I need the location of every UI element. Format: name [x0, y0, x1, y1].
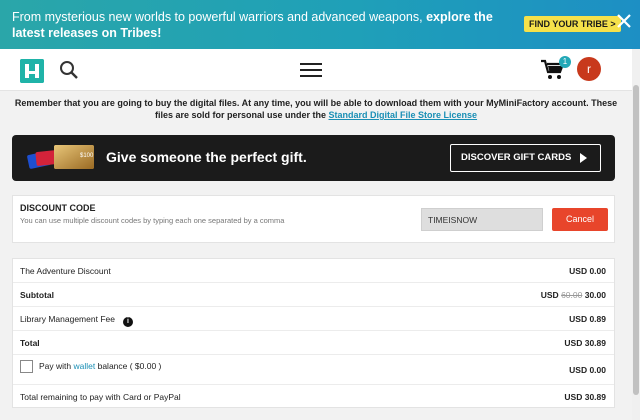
wallet-label-post: balance ( $0.00 ) — [95, 361, 162, 371]
discount-code-input[interactable] — [421, 208, 543, 231]
summary-row-subtotal: Subtotal USD 60.00 30.00 — [13, 283, 614, 307]
license-link[interactable]: Standard Digital File Store License — [329, 110, 478, 120]
search-icon[interactable] — [58, 59, 80, 81]
cart-count-badge: 1 — [559, 56, 571, 68]
summary-value: USD 30.89 — [564, 392, 606, 402]
summary-row-fee: Library Management Fee i USD 0.89 — [13, 307, 614, 331]
wallet-label-pre: Pay with — [39, 361, 74, 371]
avatar[interactable]: r — [577, 57, 601, 81]
gift-card-banner: $100 Give someone the perfect gift. DISC… — [12, 135, 615, 181]
discover-gift-cards-label: DISCOVER GIFT CARDS — [461, 152, 572, 163]
summary-value: USD 0.00 — [569, 365, 606, 375]
cancel-discount-button[interactable]: Cancel — [552, 208, 608, 231]
summary-row-remaining: Total remaining to pay with Card or PayP… — [13, 385, 614, 409]
discover-gift-cards-button[interactable]: DISCOVER GIFT CARDS — [450, 144, 601, 172]
wallet-checkbox[interactable] — [20, 360, 33, 373]
scrollbar-thumb[interactable] — [633, 85, 639, 395]
summary-value: USD 30.89 — [564, 338, 606, 348]
discount-subtitle: You can use multiple discount codes by t… — [20, 216, 285, 225]
summary-label: Total remaining to pay with Card or PayP… — [20, 392, 181, 402]
subtotal-old-price: 60.00 — [561, 290, 583, 300]
discount-code-panel: DISCOUNT CODE You can use multiple disco… — [12, 195, 615, 243]
close-icon[interactable] — [613, 10, 635, 32]
play-arrow-icon — [580, 153, 587, 163]
digital-files-notice: Remember that you are going to buy the d… — [8, 97, 624, 121]
info-icon[interactable]: i — [122, 317, 133, 327]
subtotal-price: 30.00 — [584, 290, 606, 300]
logo-icon[interactable] — [20, 59, 44, 83]
summary-label: Subtotal — [20, 290, 54, 300]
gift-banner-text: Give someone the perfect gift. — [106, 149, 307, 165]
summary-label: Library Management Fee — [20, 314, 115, 324]
summary-label-wrap: Library Management Fee i — [20, 314, 133, 327]
summary-value: USD 0.00 — [569, 266, 606, 276]
hamburger-menu-icon[interactable] — [300, 62, 322, 78]
discount-title: DISCOUNT CODE — [20, 203, 96, 213]
gift-cards-icon: $100 — [27, 145, 94, 169]
wallet-link[interactable]: wallet — [74, 361, 96, 371]
summary-row-discount: The Adventure Discount USD 0.00 — [13, 259, 614, 283]
summary-row-total: Total USD 30.89 — [13, 331, 614, 355]
find-your-tribe-button[interactable]: FIND YOUR TRIBE > — [524, 16, 621, 32]
page-scrollbar[interactable] — [632, 49, 640, 420]
summary-row-wallet: Pay with wallet balance ( $0.00 ) USD 0.… — [13, 355, 614, 385]
site-header: 1 r — [0, 49, 632, 91]
summary-value: USD 0.89 — [569, 314, 606, 324]
gift-card-value: $100 — [80, 153, 94, 159]
summary-label: The Adventure Discount — [20, 266, 111, 276]
subtotal-currency: USD — [540, 290, 559, 300]
summary-value: USD 60.00 30.00 — [541, 290, 606, 300]
notice-text: Remember that you are going to buy the d… — [14, 98, 618, 120]
summary-label: Total — [20, 338, 40, 348]
promo-text: From mysterious new worlds to powerful w… — [12, 9, 512, 41]
order-summary: The Adventure Discount USD 0.00 Subtotal… — [12, 258, 615, 408]
wallet-label: Pay with wallet balance ( $0.00 ) — [39, 361, 161, 371]
promo-banner: From mysterious new worlds to powerful w… — [0, 0, 640, 49]
promo-text-normal: From mysterious new worlds to powerful w… — [12, 10, 427, 24]
